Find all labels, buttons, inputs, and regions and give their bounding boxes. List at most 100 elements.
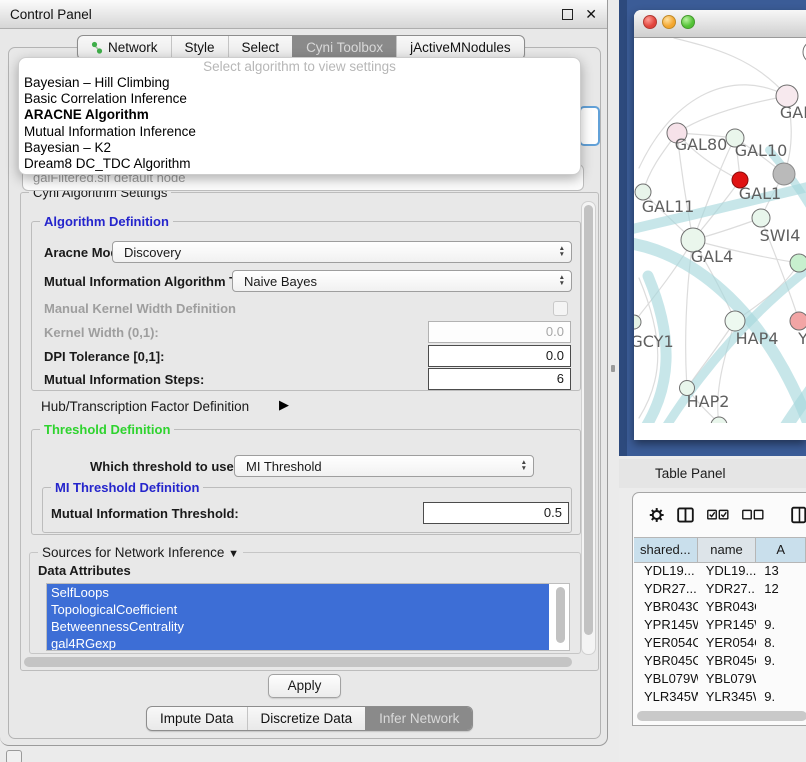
panel-splitter[interactable] — [608, 0, 619, 762]
table-row[interactable]: YLR345WYLR345W9. — [634, 688, 806, 706]
network-node[interactable] — [790, 254, 806, 272]
node-label: HAP2 — [687, 392, 730, 411]
float-window-icon[interactable] — [562, 9, 573, 20]
algorithm-definition-group: Algorithm Definition Aracne Mode: Discov… — [31, 221, 581, 391]
splitter-grip — [611, 365, 615, 372]
tab-label: Select — [242, 36, 280, 59]
settings-horizontal-scrollbar[interactable] — [24, 656, 580, 668]
kernel-width-field[interactable]: 0.0 — [428, 321, 571, 343]
algorithm-option[interactable]: Mutual Information Inference — [19, 124, 580, 140]
manual-kernel-checkbox[interactable] — [553, 301, 568, 316]
focused-combo-edge[interactable] — [579, 106, 600, 146]
minimize-traffic-light[interactable] — [662, 15, 676, 29]
close-traffic-light[interactable] — [643, 15, 657, 29]
table-cell: YBL079W — [634, 670, 698, 688]
tab-select[interactable]: Select — [228, 36, 293, 59]
tab-label: Impute Data — [160, 707, 234, 730]
tab-impute-data[interactable]: Impute Data — [147, 707, 247, 730]
table-row[interactable]: YPR145WYPR145W9. — [634, 616, 806, 634]
tab-label: Network — [108, 36, 158, 59]
list-scrollbar[interactable] — [554, 587, 567, 645]
zoom-traffic-light[interactable] — [681, 15, 695, 29]
sources-title-text: Sources for Network Inference — [42, 545, 224, 560]
attribute-list-item[interactable]: SelfLoops — [47, 584, 549, 601]
attribute-list-item[interactable]: gal4RGexp — [47, 635, 549, 651]
algorithm-option[interactable]: Basic Correlation Inference — [19, 91, 580, 107]
column-header-3[interactable]: A — [756, 538, 806, 562]
tab-cyni-toolbox[interactable]: Cyni Toolbox — [292, 36, 396, 59]
network-view-frame: GALGAL80GAL10GAL1GAL11SWI4GAL4GCY1HAP4YH… — [619, 0, 806, 456]
network-canvas[interactable]: GALGAL80GAL10GAL1GAL11SWI4GAL4GCY1HAP4YH… — [634, 38, 806, 423]
settings-vertical-scrollbar[interactable] — [581, 201, 596, 655]
which-threshold-combo[interactable]: MI Threshold ▲▼ — [234, 455, 534, 477]
minimized-panel-icon[interactable] — [6, 750, 22, 762]
node-label: GAL11 — [642, 197, 695, 216]
table-row[interactable]: YER054CYER054C8. — [634, 634, 806, 652]
tab-discretize-data[interactable]: Discretize Data — [247, 707, 366, 730]
kernel-width-label: Kernel Width (0,1): — [44, 325, 159, 340]
column-header-1[interactable]: shared... — [634, 538, 698, 562]
network-node[interactable] — [773, 163, 795, 185]
dpi-tolerance-field[interactable]: 0.0 — [428, 345, 571, 367]
table-cell: 13 — [756, 562, 806, 580]
attribute-list-item[interactable]: TopologicalCoefficient — [47, 601, 549, 618]
network-node[interactable] — [790, 312, 806, 330]
frame-edge — [619, 0, 627, 456]
algorithm-option[interactable]: Bayesian – K2 — [19, 140, 580, 156]
network-node[interactable] — [725, 311, 745, 331]
aracne-mode-value: Discovery — [124, 245, 181, 260]
gear-icon[interactable] — [649, 505, 664, 525]
mi-steps-field[interactable]: 6 — [428, 368, 571, 390]
new-table-icon[interactable] — [791, 504, 806, 526]
mi-threshold-field[interactable]: 0.5 — [423, 502, 569, 524]
collapse-arrow-icon: ▼ — [228, 548, 239, 560]
algorithm-option[interactable]: Dream8 DC_TDC Algorithm — [19, 156, 580, 172]
mi-type-combo[interactable]: Naive Bayes ▲▼ — [232, 270, 572, 292]
select-all-checkboxes-icon[interactable] — [707, 508, 729, 522]
table-row[interactable]: YDL19...YDL19...13 — [634, 562, 806, 580]
table-cell: YLR345W — [634, 688, 698, 706]
deselect-all-checkboxes-icon[interactable] — [742, 508, 764, 522]
table-row[interactable]: YDR27...YDR27...12 — [634, 580, 806, 598]
network-window-titlebar[interactable] — [634, 10, 806, 38]
table-row[interactable]: YBR043CYBR043C — [634, 598, 806, 616]
which-threshold-value: MI Threshold — [246, 459, 322, 474]
hub-definition-label[interactable]: Hub/Transcription Factor Definition — [41, 399, 249, 414]
cyni-bottom-tabbar: Impute Data Discretize DataInfer Network — [146, 706, 473, 731]
close-icon[interactable]: ✕ — [585, 7, 597, 21]
data-attributes-list: SelfLoopsTopologicalCoefficientBetweenne… — [46, 583, 570, 651]
tab-jactivemnodules[interactable]: jActiveMNodules — [396, 36, 524, 59]
spinner-arrows-icon: ▲▼ — [559, 242, 565, 262]
manual-kernel-label: Manual Kernel Width Definition — [44, 301, 236, 316]
application-root: Control Panel ✕ NetworkStyleSelectCyni T… — [0, 0, 806, 762]
table-cell: 9. — [756, 688, 806, 706]
mi-threshold-title: MI Threshold Definition — [51, 480, 203, 495]
table-row[interactable]: YIL052CYIL052C0. — [634, 706, 806, 709]
aracne-mode-combo[interactable]: Discovery ▲▼ — [112, 241, 572, 263]
network-graph: GALGAL80GAL10GAL1GAL11SWI4GAL4GCY1HAP4YH… — [634, 38, 806, 423]
table-cell: YDL19... — [634, 562, 698, 580]
tab-infer-network[interactable]: Infer Network — [365, 707, 472, 730]
sources-title[interactable]: Sources for Network Inference ▼ — [38, 545, 243, 560]
threshold-definition-title: Threshold Definition — [40, 422, 174, 437]
table-row[interactable]: YBL079WYBL079W — [634, 670, 806, 688]
network-node[interactable] — [634, 315, 641, 329]
tab-network[interactable]: Network — [78, 36, 171, 59]
network-window: GALGAL80GAL10GAL1GAL11SWI4GAL4GCY1HAP4YH… — [634, 10, 806, 440]
algorithm-option[interactable]: ARACNE Algorithm — [19, 107, 580, 123]
table-row[interactable]: YBR045CYBR045C9. — [634, 652, 806, 670]
expand-arrow-icon[interactable]: ▶ — [279, 397, 289, 413]
apply-button[interactable]: Apply — [268, 674, 341, 698]
column-header-2[interactable]: name — [698, 538, 757, 562]
tab-style[interactable]: Style — [171, 36, 228, 59]
table-horizontal-scrollbar[interactable] — [637, 710, 806, 722]
algorithm-option[interactable]: Bayesian – Hill Climbing — [19, 75, 580, 91]
columns-icon[interactable] — [677, 505, 694, 525]
sources-group: Sources for Network Inference ▼ Data Att… — [29, 552, 581, 654]
network-node[interactable] — [752, 209, 770, 227]
table-cell: YBR043C — [698, 598, 757, 616]
table-cell: YDR27... — [634, 580, 698, 598]
table-panel-titlebar: Table Panel — [619, 459, 806, 488]
attribute-list-item[interactable]: BetweennessCentrality — [47, 618, 549, 635]
table-cell: YBR045C — [698, 652, 757, 670]
